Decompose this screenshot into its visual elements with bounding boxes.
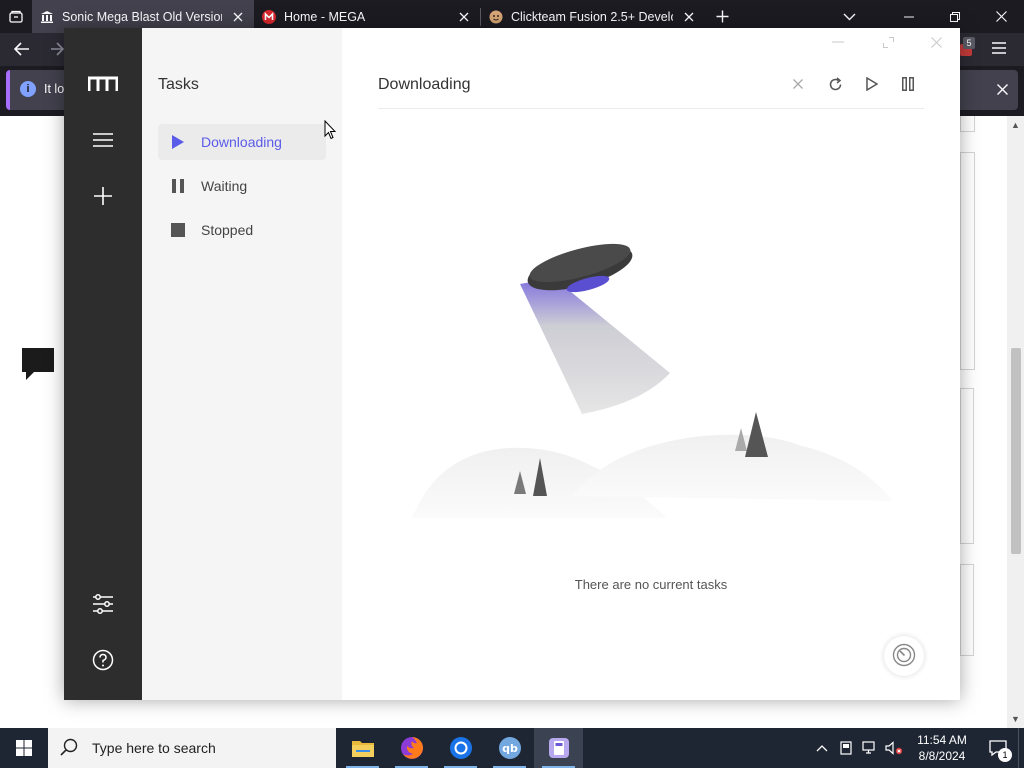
pause-all-icon[interactable] <box>896 72 920 96</box>
speedometer-button[interactable] <box>884 636 924 676</box>
sidebar-item-downloading[interactable]: Downloading <box>158 124 326 160</box>
tab-title: Sonic Mega Blast Old Versions : I <box>62 9 222 24</box>
sidebar-item-waiting[interactable]: Waiting <box>158 168 326 204</box>
notification-count-badge: 1 <box>998 748 1012 762</box>
refresh-icon[interactable] <box>823 72 847 96</box>
sidebar-item-label: Stopped <box>201 222 254 238</box>
clickteam-icon <box>489 10 503 24</box>
app-close-icon[interactable] <box>924 32 948 52</box>
page-title: Downloading <box>378 76 471 93</box>
extension-icon[interactable]: 5 <box>960 37 975 56</box>
app-maximize-icon[interactable] <box>876 32 900 52</box>
tab-close-icon[interactable] <box>681 9 697 25</box>
tab-close-icon[interactable] <box>230 9 246 25</box>
page-card <box>960 116 975 132</box>
add-icon[interactable] <box>83 176 123 216</box>
tab-close-icon[interactable] <box>456 9 472 25</box>
page-card <box>960 388 974 544</box>
close-window-icon[interactable] <box>978 0 1024 33</box>
app-rail <box>64 28 142 700</box>
preferences-icon[interactable] <box>83 584 123 624</box>
back-icon[interactable] <box>13 42 30 59</box>
scroll-down-icon[interactable]: ▼ <box>1011 714 1020 724</box>
info-icon: i <box>20 81 36 97</box>
mega-logo-icon <box>262 9 276 24</box>
taskbar-search-box[interactable]: Type here to search <box>48 728 336 768</box>
forward-icon[interactable] <box>50 42 65 59</box>
tab-list-icon[interactable] <box>0 0 32 33</box>
motrix-window: Tasks Downloading Waiting Stopped Downlo… <box>64 28 960 700</box>
file-explorer-icon[interactable] <box>338 728 387 768</box>
notification-close-icon[interactable] <box>997 83 1008 98</box>
extension-badge: 5 <box>963 37 975 49</box>
clock-date: 8/8/2024 <box>918 749 966 763</box>
chrome-icon[interactable] <box>436 728 485 768</box>
scroll-thumb[interactable] <box>1011 348 1021 554</box>
volume-muted-icon[interactable] <box>882 728 906 768</box>
system-tray: 11:54 AM 8/8/2024 1 <box>810 728 1024 768</box>
sidebar-item-label: Waiting <box>201 178 248 194</box>
mouse-cursor <box>324 119 337 143</box>
qbittorrent-icon[interactable]: qb <box>485 728 534 768</box>
sidebar-title: Tasks <box>158 76 199 93</box>
system-clock[interactable]: 11:54 AM 8/8/2024 <box>906 732 978 764</box>
show-desktop-button[interactable] <box>1018 728 1024 768</box>
page-card <box>960 152 975 370</box>
action-center-icon[interactable]: 1 <box>978 728 1018 768</box>
page-scrollbar[interactable]: ▲ ▼ <box>1007 116 1024 728</box>
search-placeholder: Type here to search <box>92 740 216 756</box>
ufo-illustration <box>412 243 892 518</box>
search-icon <box>60 738 78 759</box>
motrix-icon[interactable] <box>534 728 583 768</box>
museum-icon <box>40 10 54 24</box>
app-menu-icon[interactable] <box>992 42 1006 57</box>
firefox-icon[interactable] <box>387 728 436 768</box>
motrix-logo <box>83 64 123 104</box>
tab-title: Home - MEGA <box>284 9 366 24</box>
menu-icon[interactable] <box>83 120 123 160</box>
play-icon <box>170 134 186 150</box>
speedometer-icon <box>892 643 916 670</box>
tab-title: Clickteam Fusion 2.5+ Develope <box>511 9 673 24</box>
stop-icon <box>170 222 186 238</box>
svg-text:qb: qb <box>502 742 518 755</box>
app-minimize-icon[interactable] <box>826 32 850 52</box>
resume-all-icon[interactable] <box>860 72 884 96</box>
sidebar-item-label: Downloading <box>201 134 282 150</box>
pause-icon <box>170 178 186 194</box>
task-list-panel: Downloading There are no current tasks <box>342 28 960 700</box>
task-sidebar: Tasks Downloading Waiting Stopped <box>142 28 342 700</box>
clear-icon[interactable] <box>786 72 810 96</box>
storage-icon[interactable] <box>834 728 858 768</box>
notification-text: It lo <box>44 82 65 96</box>
windows-start-icon[interactable] <box>0 728 48 768</box>
sidebar-item-stopped[interactable]: Stopped <box>158 212 326 248</box>
windows-taskbar: Type here to search qb 11:54 AM 8/8/2024 <box>0 728 1024 768</box>
network-icon[interactable] <box>858 728 882 768</box>
scroll-up-icon[interactable]: ▲ <box>1011 120 1020 130</box>
help-icon[interactable] <box>83 640 123 680</box>
empty-message: There are no current tasks <box>574 577 728 592</box>
header-divider <box>378 108 924 109</box>
clock-time: 11:54 AM <box>917 733 967 747</box>
chat-icon[interactable] <box>20 346 56 385</box>
show-hidden-icons-icon[interactable] <box>810 728 834 768</box>
page-card <box>960 564 974 656</box>
